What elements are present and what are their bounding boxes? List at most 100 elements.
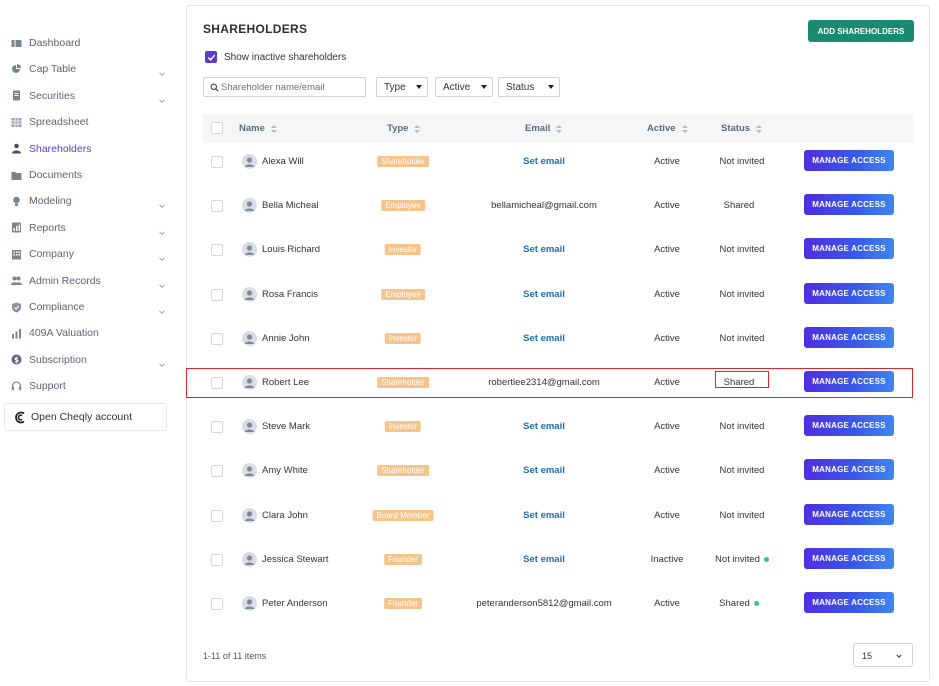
status-header-label: Status xyxy=(721,123,751,134)
sidebar-item-documents[interactable]: Documents xyxy=(0,163,176,187)
sidebar-item-shareholders[interactable]: Shareholders xyxy=(0,137,176,161)
row-checkbox[interactable] xyxy=(211,377,223,389)
open-cheqly-account-label: Open Cheqly account xyxy=(31,411,132,423)
set-email-link[interactable]: Set email xyxy=(523,421,565,432)
shareholder-name: Alexa Will xyxy=(262,156,304,167)
active-status-text: Active xyxy=(654,421,680,433)
active-status-text: Active xyxy=(654,598,680,609)
invite-status-text: Not invited xyxy=(715,553,760,565)
sidebar-item-409a-valuation[interactable]: 409A Valuation xyxy=(0,321,176,345)
manage-access-button[interactable]: MANAGE ACCESS xyxy=(804,503,894,525)
status-filter-label: Status xyxy=(506,81,535,93)
open-cheqly-account-button[interactable]: Open Cheqly account xyxy=(4,403,167,431)
status-column-header[interactable]: Status xyxy=(721,114,763,143)
app-root: Dashboard Cap Table Securities Spreadsheet S… xyxy=(0,0,939,686)
manage-access-button[interactable]: MANAGE ACCESS xyxy=(804,371,894,392)
manage-access-button[interactable]: MANAGE ACCESS xyxy=(804,238,894,260)
sidebar-item-cap-table[interactable]: Cap Table xyxy=(0,57,176,81)
manage-access-button[interactable]: MANAGE ACCESS xyxy=(804,459,894,481)
search-input[interactable] xyxy=(221,79,361,95)
active-filter-dropdown[interactable]: Active xyxy=(435,77,493,97)
page-size-select[interactable]: 15 xyxy=(853,643,913,667)
table-row: Louis Richard Investor Set email Active Not … xyxy=(203,228,914,272)
invite-status: Not invited xyxy=(720,289,765,300)
show-inactive-toggle[interactable]: Show inactive shareholders xyxy=(205,50,346,64)
row-checkbox[interactable] xyxy=(211,288,223,301)
set-email-link[interactable]: Set email xyxy=(523,465,565,476)
status-dot-icon xyxy=(753,601,759,606)
sidebar-item-modeling[interactable]: Modeling xyxy=(0,189,176,213)
sidebar-item-compliance[interactable]: Compliance xyxy=(0,295,176,319)
active-header-label: Active xyxy=(647,123,676,134)
invite-status-text: Not invited xyxy=(719,421,765,433)
row-checkbox[interactable] xyxy=(211,553,223,566)
avatar-icon xyxy=(242,242,257,258)
type-filter-dropdown[interactable]: Type xyxy=(376,77,428,97)
sidebar-item-dashboard[interactable]: Dashboard xyxy=(0,31,176,55)
page-title: SHAREHOLDERS xyxy=(203,22,308,36)
sidebar-item-spreadsheet[interactable]: Spreadsheet xyxy=(0,110,176,134)
active-status-text: Active xyxy=(654,200,680,212)
checkmark-icon xyxy=(207,54,215,61)
table-header: Name Type Email Active Status xyxy=(203,114,914,143)
avatar-icon xyxy=(242,551,257,567)
avatar-icon xyxy=(242,507,257,523)
sidebar-item-label: Modeling xyxy=(29,195,72,208)
sidebar-item-admin-records[interactable]: Admin Records xyxy=(0,269,176,293)
chevron-down-icon xyxy=(158,197,166,209)
table-row: Peter Anderson Founder peteranderson5812@g… xyxy=(203,582,914,626)
row-checkbox[interactable] xyxy=(211,244,223,257)
email-text: robertlee2314@gmail.com xyxy=(488,377,600,388)
add-shareholders-button[interactable]: ADD SHAREHOLDERS xyxy=(808,20,914,42)
set-email-link[interactable]: Set email xyxy=(523,289,565,300)
sort-icon xyxy=(270,124,277,133)
page-size-value: 15 xyxy=(862,651,873,661)
manage-access-button[interactable]: MANAGE ACCESS xyxy=(804,194,894,216)
show-inactive-label: Show inactive shareholders xyxy=(224,51,347,63)
avatar-icon xyxy=(242,596,257,611)
set-email-link[interactable]: Set email xyxy=(523,510,565,521)
sidebar-item-label: Dashboard xyxy=(29,37,81,49)
sidebar-item-subscription[interactable]: $ Subscription xyxy=(0,348,176,372)
active-status-text: Inactive xyxy=(650,553,684,565)
email-column-header[interactable]: Email xyxy=(525,114,563,143)
row-checkbox[interactable] xyxy=(211,598,223,610)
set-email-link[interactable]: Set email xyxy=(523,554,565,565)
select-all-checkbox[interactable] xyxy=(211,122,223,134)
sidebar-item-company[interactable]: Company xyxy=(0,242,176,266)
active-status-text: Active xyxy=(654,332,680,344)
avatar-icon xyxy=(242,198,257,214)
manage-access-button[interactable]: MANAGE ACCESS xyxy=(804,150,894,171)
invite-status: Shared xyxy=(719,598,759,609)
sidebar-item-support[interactable]: Support xyxy=(0,374,176,398)
row-checkbox[interactable] xyxy=(211,465,223,478)
status-filter-dropdown[interactable]: Status xyxy=(498,77,560,97)
type-badge: Employee xyxy=(381,200,425,212)
set-email-link[interactable]: Set email xyxy=(523,333,565,344)
manage-access-button[interactable]: MANAGE ACCESS xyxy=(804,282,894,304)
shareholder-name: Clara John xyxy=(262,509,308,521)
name-column-header[interactable]: Name xyxy=(239,114,277,143)
bar-chart-icon xyxy=(11,328,22,339)
row-checkbox[interactable] xyxy=(211,332,223,345)
set-email-link[interactable]: Set email xyxy=(523,244,565,255)
manage-access-button[interactable]: MANAGE ACCESS xyxy=(804,592,894,613)
sidebar-item-label: Documents xyxy=(29,169,83,181)
active-column-header[interactable]: Active xyxy=(647,114,688,143)
search-box[interactable] xyxy=(203,77,366,97)
set-email-link[interactable]: Set email xyxy=(523,156,565,167)
show-inactive-checkbox[interactable] xyxy=(205,51,217,63)
row-checkbox[interactable] xyxy=(211,509,223,522)
row-checkbox[interactable] xyxy=(211,421,223,434)
folder-icon xyxy=(11,170,22,181)
table-row: Annie John Investor Set email Active Not inv… xyxy=(203,317,914,361)
row-checkbox[interactable] xyxy=(211,200,223,213)
people-icon xyxy=(11,275,22,286)
row-checkbox[interactable] xyxy=(211,156,223,168)
manage-access-button[interactable]: MANAGE ACCESS xyxy=(804,415,894,437)
manage-access-button[interactable]: MANAGE ACCESS xyxy=(804,547,894,569)
manage-access-button[interactable]: MANAGE ACCESS xyxy=(804,326,894,348)
sidebar-item-reports[interactable]: Reports xyxy=(0,216,176,240)
type-column-header[interactable]: Type xyxy=(387,114,421,143)
sidebar-item-securities[interactable]: Securities xyxy=(0,84,176,108)
